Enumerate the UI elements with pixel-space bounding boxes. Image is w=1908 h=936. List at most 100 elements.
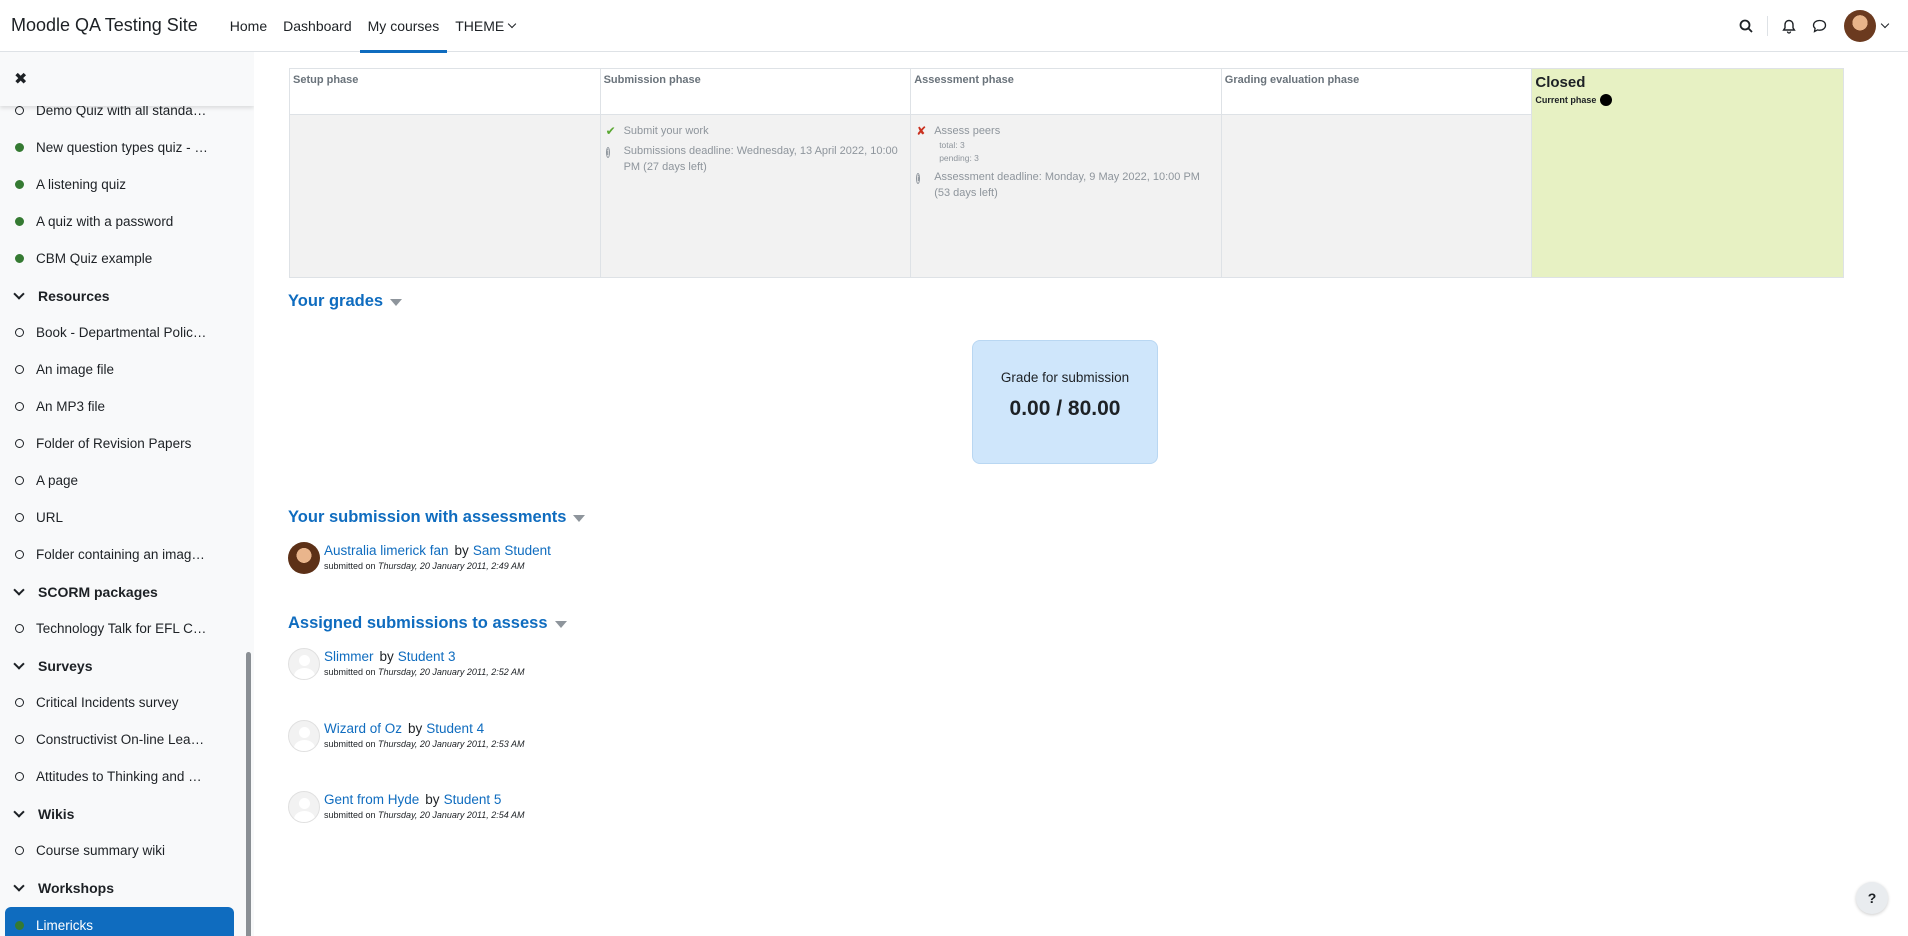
task-submit-work: ✔ Submit your work — [601, 115, 911, 139]
course-section-toggle[interactable]: Resources — [0, 277, 250, 314]
author-link[interactable]: Student 4 — [426, 721, 484, 736]
completion-done-icon — [15, 180, 24, 189]
phase-title: Closed — [1535, 74, 1586, 91]
course-index-item[interactable]: A listening quiz — [0, 166, 250, 203]
assigned-submission-item: Slimmer by Student 3 submitted on Thursday… — [288, 648, 524, 680]
collapse-triangle-icon — [554, 621, 567, 628]
nav-home[interactable]: Home — [222, 0, 275, 52]
submission-date: submitted on Thursday, 20 January 2011, … — [324, 561, 525, 571]
workshop-phase-planner: Setup phase Submission phase ✔ Submit yo… — [289, 68, 1844, 278]
chevron-down-icon[interactable] — [1880, 19, 1890, 29]
grade-label: Grade for submission — [1000, 370, 1130, 385]
cross-icon: ✘ — [916, 124, 927, 138]
completion-empty-icon — [15, 439, 24, 448]
assigned-submissions-heading[interactable]: Assigned submissions to assess — [288, 614, 567, 633]
item-label: Workshops — [38, 879, 114, 896]
task-assess-peers: ✘ Assess peers — [911, 115, 1221, 139]
item-label: Course summary wiki — [36, 843, 166, 858]
current-phase-dot-icon — [1600, 94, 1613, 106]
course-index-drawer: ✖ Demo Quiz with all standa… New question… — [0, 52, 254, 936]
chevron-down-icon — [13, 583, 25, 596]
course-index-item[interactable]: Folder of Revision Papers — [0, 425, 250, 462]
close-drawer-icon[interactable]: ✖ — [14, 69, 27, 89]
chevron-down-icon — [13, 657, 25, 670]
course-index-item[interactable]: Constructivist On-line Lear… — [0, 721, 250, 758]
your-submission-heading[interactable]: Your submission with assessments — [288, 508, 586, 527]
course-index-item[interactable]: Technology Talk for EFL C… — [0, 610, 250, 647]
completion-empty-icon — [15, 772, 24, 781]
avatar[interactable] — [288, 720, 320, 752]
avatar[interactable] — [288, 542, 320, 574]
course-index-item[interactable]: An image file — [0, 351, 250, 388]
task-label: Submit your work — [623, 125, 709, 137]
item-label: Folder of Revision Papers — [36, 436, 192, 451]
item-label: Limericks — [36, 918, 94, 933]
avatar[interactable] — [288, 791, 320, 823]
completion-done-icon — [15, 217, 24, 226]
item-label: New question types quiz - … — [36, 140, 208, 155]
completion-empty-icon — [15, 624, 24, 633]
chevron-down-icon — [13, 879, 25, 892]
site-name-link[interactable]: Moodle QA Testing Site — [11, 15, 198, 36]
nav-my-courses[interactable]: My courses — [359, 0, 448, 53]
drawer-scrollbar[interactable] — [246, 652, 251, 936]
course-section-toggle[interactable]: Surveys — [0, 647, 250, 684]
collapse-triangle-icon — [573, 515, 586, 522]
course-section-toggle[interactable]: Wikis — [0, 795, 250, 832]
current-phase-indicator: Current phase — [1535, 94, 1840, 106]
item-label: Technology Talk for EFL C… — [36, 621, 207, 636]
help-button[interactable]: ? — [1856, 882, 1888, 914]
submission-title-link[interactable]: Slimmer — [324, 649, 374, 664]
course-index-item[interactable]: Folder containing an imag… — [0, 536, 250, 573]
avatar[interactable] — [288, 648, 320, 680]
item-label: CBM Quiz example — [36, 251, 153, 266]
course-index-item[interactable]: An MP3 file — [0, 388, 250, 425]
course-index-item[interactable]: CBM Quiz example — [0, 240, 250, 277]
author-link[interactable]: Sam Student — [473, 543, 551, 558]
course-index-item[interactable]: Critical Incidents survey — [0, 684, 250, 721]
author-link[interactable]: Student 3 — [398, 649, 456, 664]
phase-closed: Closed Current phase — [1532, 69, 1843, 277]
course-index-item[interactable]: Attitudes to Thinking and … — [0, 758, 250, 795]
author-link[interactable]: Student 5 — [444, 792, 502, 807]
item-label: URL — [36, 510, 64, 525]
submission-title-link[interactable]: Wizard of Oz — [324, 721, 402, 736]
course-index-item[interactable]: Book - Departmental Polic… — [0, 314, 250, 351]
course-index-item[interactable]: URL — [0, 499, 250, 536]
nav-dashboard[interactable]: Dashboard — [275, 0, 360, 52]
search-button[interactable] — [1731, 11, 1761, 41]
chat-icon — [1812, 19, 1826, 33]
messages-button[interactable] — [1804, 11, 1834, 41]
main-content: Setup phase Submission phase ✔ Submit yo… — [254, 52, 1908, 936]
item-label: Surveys — [38, 657, 93, 674]
task-submission-deadline: i Submissions deadline: Wednesday, 13 Ap… — [601, 139, 911, 175]
notifications-button[interactable] — [1774, 11, 1804, 41]
task-pending: pending: 3 — [939, 153, 979, 163]
submission-title-link[interactable]: Australia limerick fan — [324, 543, 449, 558]
completion-empty-icon — [15, 402, 24, 411]
course-index-item[interactable]: Limericks — [5, 907, 234, 936]
completion-done-icon — [15, 143, 24, 152]
nav-theme-dropdown[interactable]: THEME — [447, 0, 523, 52]
item-label: A page — [36, 473, 79, 488]
search-icon — [1739, 19, 1753, 33]
phase-title: Grading evaluation phase — [1221, 69, 1532, 115]
your-grades-heading[interactable]: Your grades — [288, 292, 403, 311]
course-index-item[interactable]: A quiz with a password — [0, 203, 250, 240]
item-label: Folder containing an imag… — [36, 547, 205, 562]
navbar-divider — [1767, 16, 1768, 36]
course-index-item[interactable]: New question types quiz - … — [0, 129, 250, 166]
bell-icon — [1782, 19, 1796, 34]
user-avatar[interactable] — [1844, 10, 1876, 42]
course-section-toggle[interactable]: Workshops — [0, 869, 250, 906]
item-label: Resources — [38, 287, 110, 304]
grade-value: 0.00 / 80.00 — [1009, 397, 1121, 420]
submission-date: submitted on Thursday, 20 January 2011, … — [324, 667, 525, 677]
course-section-toggle[interactable]: SCORM packages — [0, 573, 250, 610]
phase-title: Submission phase — [600, 69, 911, 115]
course-index-item[interactable]: A page — [0, 462, 250, 499]
chevron-down-icon — [507, 19, 517, 28]
submission-date: submitted on Thursday, 20 January 2011, … — [324, 739, 525, 749]
submission-title-link[interactable]: Gent from Hyde — [324, 792, 419, 807]
course-index-item[interactable]: Course summary wiki — [0, 832, 250, 869]
